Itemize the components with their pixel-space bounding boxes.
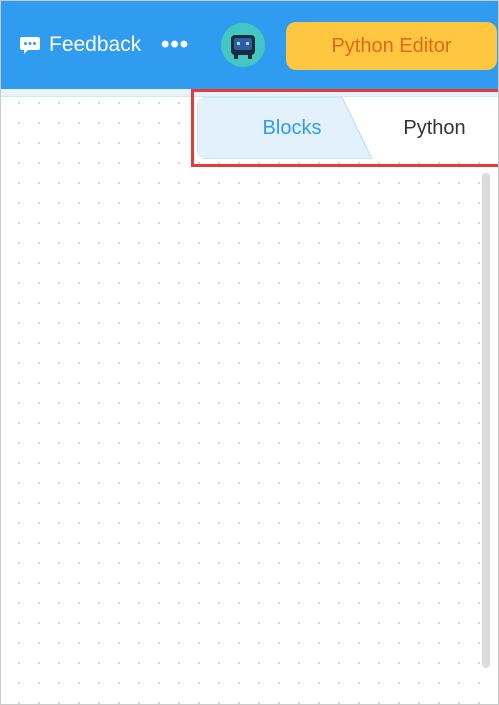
chat-bubble-icon [19, 34, 41, 56]
header-bar: Feedback ••• Python Editor [1, 1, 498, 89]
python-editor-button[interactable]: Python Editor [286, 22, 497, 70]
more-dots-icon[interactable]: ••• [161, 33, 189, 57]
workspace-scrollbar[interactable] [482, 173, 490, 668]
feedback-button[interactable]: Feedback [19, 33, 141, 57]
tab-blocks[interactable]: Blocks [237, 97, 347, 159]
blocks-workspace[interactable] [1, 89, 498, 704]
feedback-label: Feedback [49, 33, 142, 56]
robot-avatar-icon[interactable] [221, 23, 265, 67]
tab-python[interactable]: Python [382, 97, 487, 159]
workspace-divider [1, 89, 498, 97]
app-frame: Feedback ••• Python Editor Blocks Python [0, 0, 499, 705]
editor-mode-switch: Blocks Python [197, 97, 495, 159]
